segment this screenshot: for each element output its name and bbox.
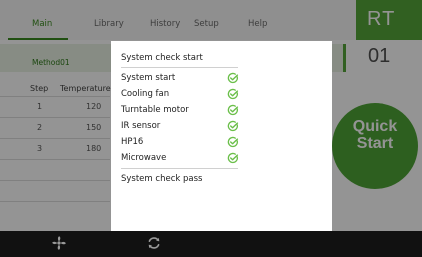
check-circle-icon (227, 88, 239, 100)
system-check-dialog: System check start System start Cooling … (111, 41, 332, 231)
check-item-label: Cooling fan (121, 89, 170, 99)
screen: Main Library History Setup Help RT Metho… (0, 0, 422, 257)
check-circle-icon (227, 72, 239, 84)
check-circle-icon (227, 152, 239, 164)
check-circle-icon (227, 120, 239, 132)
dialog-separator (121, 67, 238, 68)
check-item-label: Turntable motor (121, 105, 189, 115)
check-item-label: Microwave (121, 153, 167, 163)
check-circle-icon (227, 104, 239, 116)
dialog-result: System check pass (121, 174, 203, 184)
refresh-icon[interactable] (145, 234, 163, 252)
check-item-label: HP16 (121, 137, 144, 147)
check-circle-icon (227, 136, 239, 148)
check-item-label: IR sensor (121, 121, 161, 131)
dialog-title: System check start (121, 53, 203, 63)
check-item-label: System start (121, 73, 176, 83)
fan-icon[interactable] (50, 234, 68, 252)
dialog-separator (121, 168, 238, 169)
